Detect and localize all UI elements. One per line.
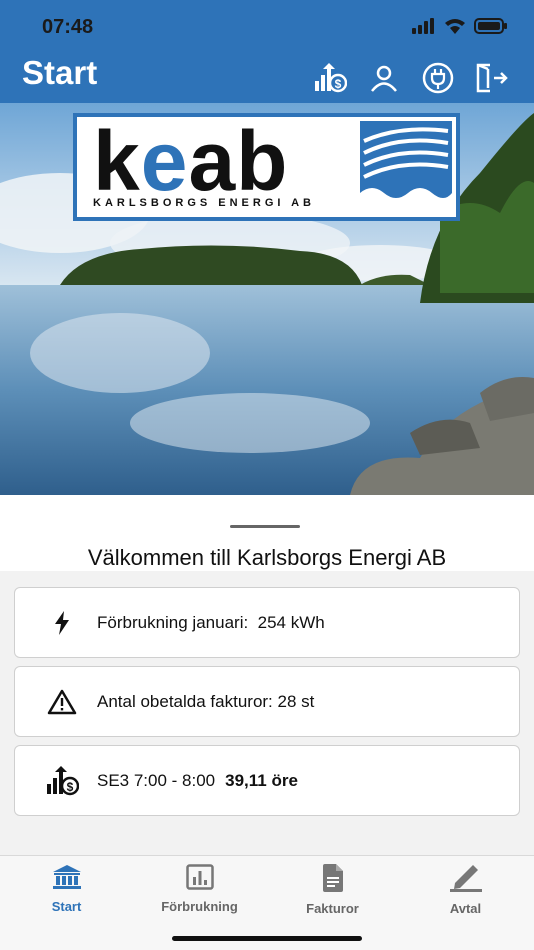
tab-invoices[interactable]: Fakturor — [266, 864, 399, 916]
tab-bar: Start Förbrukning Fakturor Avtal — [0, 855, 534, 950]
chart-icon — [185, 864, 214, 890]
logo-subtitle: KARLSBORGS ENERGI AB — [93, 197, 315, 209]
price-icon: $ — [47, 765, 79, 795]
battery-icon — [474, 18, 507, 34]
status-bar: 07:48 — [0, 14, 534, 42]
warning-icon — [47, 689, 77, 714]
tab-consumption[interactable]: Förbrukning — [133, 864, 266, 914]
tab-invoices-label: Fakturor — [306, 901, 359, 916]
hero-image: keab KARLSBORGS ENERGI AB — [0, 103, 534, 495]
status-icons — [412, 18, 508, 34]
status-time: 07:48 — [42, 16, 94, 38]
tab-start[interactable]: Start — [0, 864, 133, 914]
profile-icon — [371, 65, 397, 92]
consumption-card[interactable]: Förbrukning januari: 254 kWh — [14, 587, 520, 658]
tab-start-label: Start — [51, 899, 82, 914]
tab-consumption-label: Förbrukning — [161, 899, 238, 914]
tab-contract[interactable]: Avtal — [399, 864, 532, 916]
home-indicator[interactable] — [172, 936, 362, 941]
logout-button[interactable] — [474, 60, 510, 96]
document-icon — [322, 864, 343, 892]
price-icon: $ — [315, 63, 347, 93]
spot-price-text: SE3 7:00 - 8:00 — [97, 770, 216, 790]
info-cards: Förbrukning januari: 254 kWh Antal obeta… — [0, 571, 534, 855]
spot-price-value: 39,11 öre — [225, 770, 298, 790]
bolt-icon — [55, 610, 69, 635]
welcome-text: Välkommen till Karlsborgs Energi AB — [87, 545, 447, 570]
wifi-icon — [445, 19, 465, 34]
price-button[interactable]: $ — [312, 60, 348, 96]
logout-icon — [476, 63, 508, 93]
logo-wordmark: keab — [93, 114, 289, 208]
bank-icon — [52, 865, 81, 889]
header-actions: $ — [312, 60, 510, 96]
signal-icon — [412, 18, 434, 34]
unpaid-invoices-text: Antal obetalda fakturor: 28 st — [97, 691, 315, 711]
unpaid-invoices-card[interactable]: Antal obetalda fakturor: 28 st — [14, 666, 520, 737]
svg-text:$: $ — [335, 77, 342, 91]
spot-price-card[interactable]: $ SE3 7:00 - 8:00 39,11 öre — [14, 745, 520, 816]
page-title: Start — [22, 54, 98, 91]
profile-button[interactable] — [366, 60, 402, 96]
tab-contract-label: Avtal — [449, 901, 482, 916]
plug-button[interactable] — [420, 60, 456, 96]
plug-icon — [422, 62, 454, 94]
app-header: 07:48 Start $ — [0, 0, 534, 103]
consumption-text: Förbrukning januari: 254 kWh — [97, 612, 325, 632]
company-logo: keab KARLSBORGS ENERGI AB — [73, 113, 460, 221]
sheet-grabber[interactable] — [230, 525, 300, 528]
content-panel: Välkommen till Karlsborgs Energi AB Förb… — [0, 495, 534, 855]
logo-wave-mark — [360, 121, 452, 213]
svg-text:$: $ — [67, 780, 74, 794]
pen-icon — [449, 865, 482, 892]
